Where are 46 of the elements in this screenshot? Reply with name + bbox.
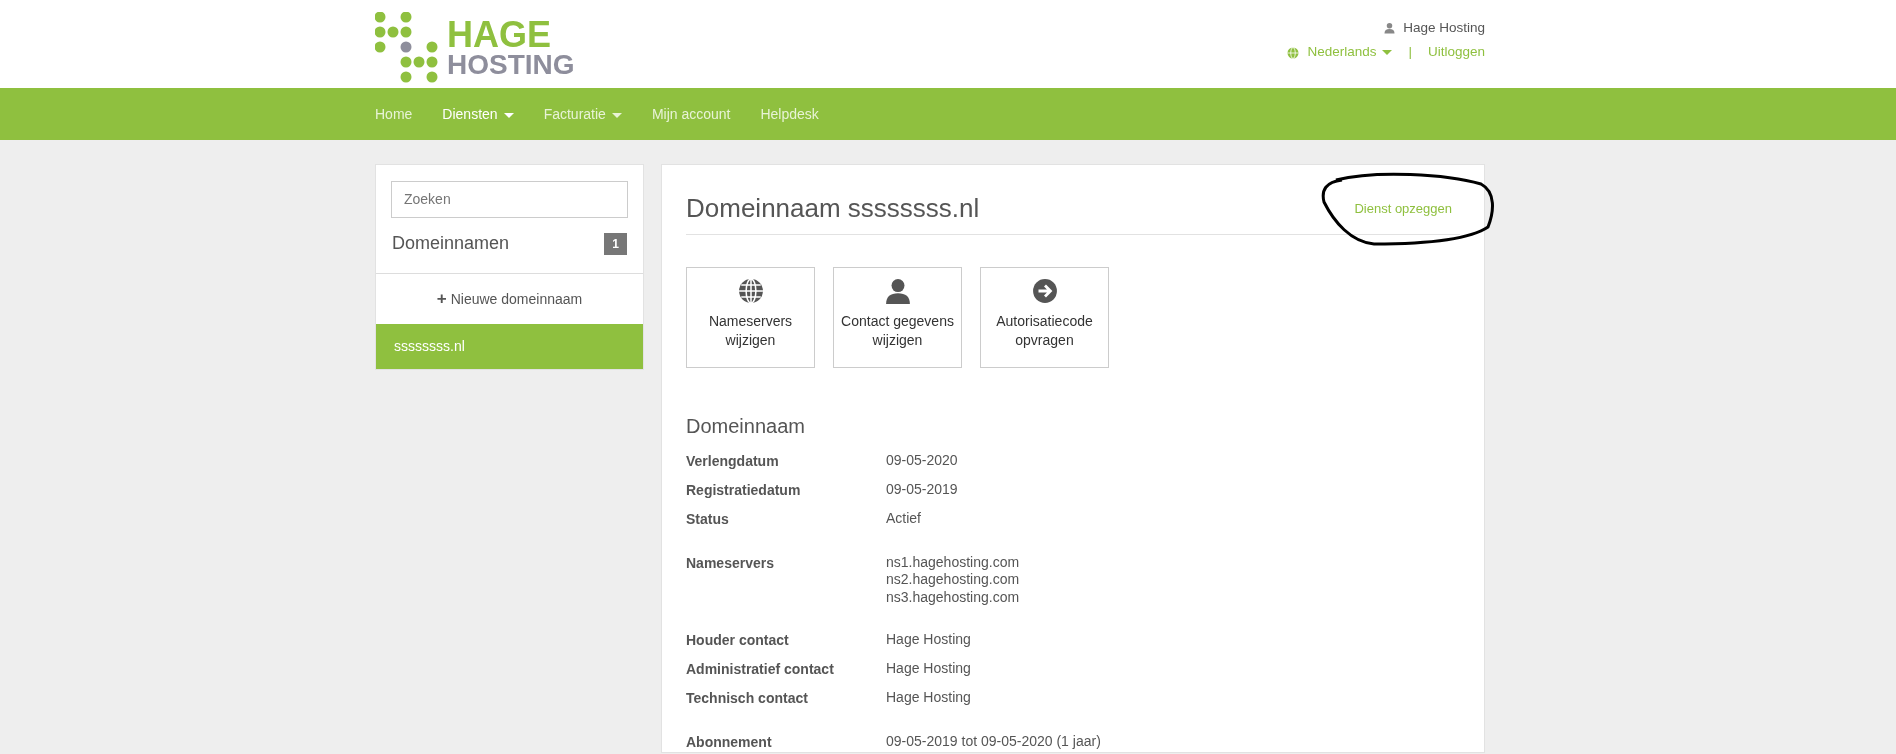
action-button[interactable]: Contact gegevens wijzigen bbox=[833, 267, 962, 369]
user-icon bbox=[1384, 22, 1396, 35]
sidebar-item[interactable]: ssssssss.nl bbox=[376, 323, 643, 369]
field-value: Hage Hosting bbox=[886, 631, 971, 649]
sidebar-title: Domeinnamen bbox=[392, 232, 510, 255]
globe-icon bbox=[737, 278, 764, 305]
logout-link[interactable]: Uitloggen bbox=[1427, 42, 1485, 63]
field-value: 09-05-2020 bbox=[886, 452, 958, 470]
new-domain-link[interactable]: + Nieuwe domeinnaam bbox=[376, 273, 643, 324]
field-value: ns3.hagehosting.com bbox=[886, 588, 1020, 607]
section-title: Domeinnaam bbox=[686, 414, 806, 439]
field-label: Nameservers bbox=[686, 553, 775, 573]
field-value: 09-05-2019 tot 09-05-2020 (1 jaar) bbox=[886, 733, 1101, 751]
field-label: Administratief contact bbox=[686, 660, 835, 680]
field-label: Technisch contact bbox=[686, 689, 809, 709]
cancel-service-link[interactable]: Dienst opzeggen bbox=[1354, 198, 1452, 219]
field-value: ns2.hagehosting.com bbox=[886, 571, 1020, 589]
caret-icon bbox=[1382, 50, 1393, 56]
field-label: Status bbox=[686, 509, 730, 529]
nav-item[interactable]: Diensten bbox=[427, 88, 529, 140]
user-name: Hage Hosting bbox=[1403, 19, 1485, 37]
language-dropdown[interactable]: Nederlands bbox=[1287, 42, 1393, 63]
field-label: Registratiedatum bbox=[686, 481, 802, 500]
field-label: Houder contact bbox=[686, 631, 790, 651]
field-label: Verlengdatum bbox=[686, 452, 780, 472]
nav-item[interactable]: Helpdesk bbox=[745, 88, 834, 140]
logo-text: HOSTING bbox=[447, 51, 575, 79]
logo-text: HAGE bbox=[447, 17, 552, 52]
page-title: Domeinnaam ssssssss.nl bbox=[686, 193, 980, 225]
nav-item[interactable]: Home bbox=[360, 88, 428, 140]
field-label: Abonnement bbox=[686, 733, 773, 752]
field-value: 09-05-2019 bbox=[886, 481, 958, 499]
action-button[interactable]: Nameservers wijzigen bbox=[686, 267, 815, 369]
count-badge: 1 bbox=[604, 232, 627, 255]
person-icon bbox=[884, 278, 911, 305]
nav-item[interactable]: Facturatie bbox=[528, 88, 637, 140]
field-value: Actief bbox=[886, 509, 921, 528]
field-value: ns1.hagehosting.com bbox=[886, 553, 1020, 572]
nav-item[interactable]: Mijn account bbox=[636, 88, 746, 140]
globe-icon bbox=[1287, 46, 1300, 59]
search-field[interactable]: Zoeken bbox=[391, 181, 628, 218]
action-button[interactable]: Autorisatiecode opvragen bbox=[980, 267, 1109, 369]
separator: | bbox=[1408, 43, 1412, 62]
field-value: Hage Hosting bbox=[886, 660, 971, 678]
logo-dots-icon bbox=[375, 12, 439, 84]
field-value: Hage Hosting bbox=[886, 689, 971, 707]
